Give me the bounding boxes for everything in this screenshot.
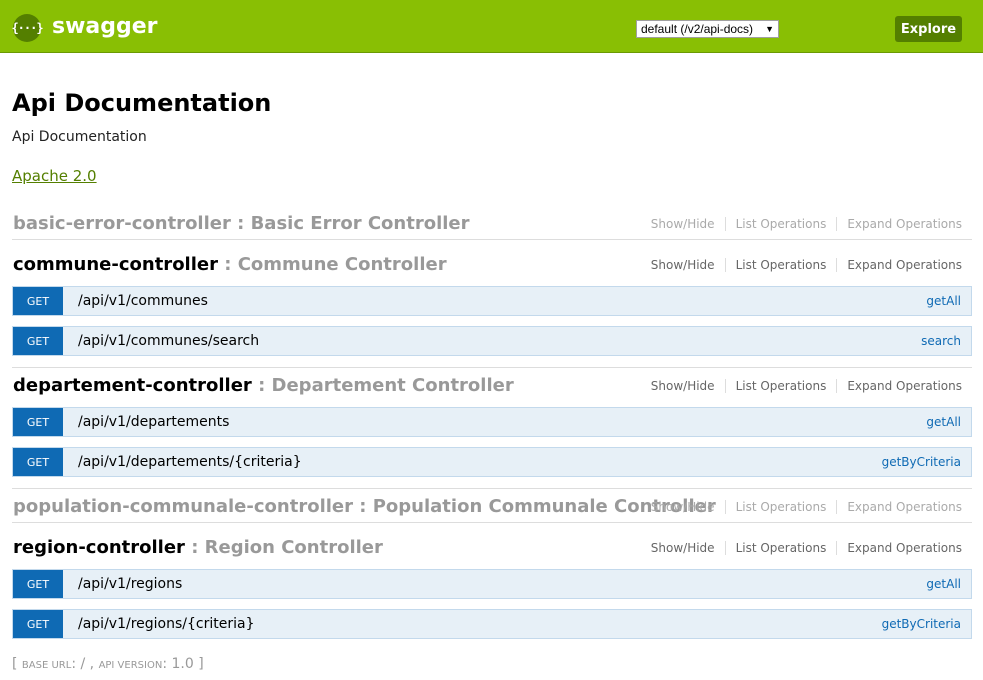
resource-operations: Show/Hide List Operations Expand Operati… bbox=[641, 371, 972, 401]
api-footer: [ base url: / , api version: 1.0 ] bbox=[12, 656, 204, 672]
endpoint-row[interactable]: GET /api/v1/regions/{criteria} getByCrit… bbox=[12, 609, 972, 639]
endpoint-row[interactable]: GET /api/v1/communes getAll bbox=[12, 286, 972, 316]
list-operations-link[interactable]: List Operations bbox=[726, 217, 838, 231]
show-hide-link[interactable]: Show/Hide bbox=[641, 258, 726, 272]
http-method-badge[interactable]: GET bbox=[13, 610, 63, 638]
spec-url-select[interactable]: default (/v2/api-docs) ▼ bbox=[636, 20, 779, 38]
expand-operations-link[interactable]: Expand Operations bbox=[837, 500, 972, 514]
section-divider bbox=[12, 458, 972, 489]
api-version-value: 1.0 bbox=[171, 656, 194, 672]
endpoint-path[interactable]: /api/v1/regions bbox=[78, 570, 182, 598]
resource-heading[interactable]: basic-error-controller : Basic Error Con… bbox=[13, 209, 470, 239]
spec-url-select-value: default (/v2/api-docs) bbox=[641, 22, 754, 36]
list-operations-link[interactable]: List Operations bbox=[726, 541, 838, 555]
expand-operations-link[interactable]: Expand Operations bbox=[837, 258, 972, 272]
resource-description: : Departement Controller bbox=[251, 375, 514, 396]
resource-region-controller: region-controller : Region Controller Sh… bbox=[12, 533, 972, 563]
endpoint-row[interactable]: GET /api/v1/departements getAll bbox=[12, 407, 972, 437]
endpoint-row[interactable]: GET /api/v1/regions getAll bbox=[12, 569, 972, 599]
expand-operations-link[interactable]: Expand Operations bbox=[837, 541, 972, 555]
resource-name[interactable]: departement-controller bbox=[13, 375, 252, 396]
endpoint-nickname[interactable]: getByCriteria bbox=[882, 610, 961, 638]
base-url-value: / bbox=[80, 656, 86, 672]
list-operations-link[interactable]: List Operations bbox=[726, 258, 838, 272]
show-hide-link[interactable]: Show/Hide bbox=[641, 541, 726, 555]
api-title: Api Documentation bbox=[12, 89, 272, 117]
brand-name[interactable]: swagger bbox=[52, 13, 158, 41]
resource-operations: Show/Hide List Operations Expand Operati… bbox=[641, 209, 972, 239]
resource-description: : Commune Controller bbox=[217, 254, 447, 275]
base-url-label: base url bbox=[21, 660, 72, 671]
resource-heading[interactable]: departement-controller : Departement Con… bbox=[13, 371, 514, 401]
resource-heading[interactable]: region-controller : Region Controller bbox=[13, 533, 383, 563]
dropdown-arrow-icon: ▼ bbox=[765, 24, 774, 34]
show-hide-link[interactable]: Show/Hide bbox=[641, 500, 726, 514]
resource-operations: Show/Hide List Operations Expand Operati… bbox=[641, 492, 972, 522]
resource-departement-controller: departement-controller : Departement Con… bbox=[12, 371, 972, 401]
endpoint-nickname[interactable]: getAll bbox=[926, 408, 961, 436]
resource-name[interactable]: region-controller bbox=[13, 537, 185, 558]
resource-heading[interactable]: population-communale-controller : Popula… bbox=[13, 492, 716, 522]
show-hide-link[interactable]: Show/Hide bbox=[641, 217, 726, 231]
resource-description: : Region Controller bbox=[184, 537, 383, 558]
http-method-badge[interactable]: GET bbox=[13, 408, 63, 436]
resource-heading[interactable]: commune-controller : Commune Controller bbox=[13, 250, 447, 280]
endpoint-nickname[interactable]: getAll bbox=[926, 570, 961, 598]
resource-description: : Basic Error Controller bbox=[230, 213, 470, 234]
resource-operations: Show/Hide List Operations Expand Operati… bbox=[641, 533, 972, 563]
resource-basic-error-controller: basic-error-controller : Basic Error Con… bbox=[12, 209, 972, 240]
endpoint-path[interactable]: /api/v1/regions/{criteria} bbox=[78, 610, 254, 638]
endpoint-path[interactable]: /api/v1/departements bbox=[78, 408, 229, 436]
explore-button[interactable]: Explore bbox=[895, 16, 962, 42]
http-method-badge[interactable]: GET bbox=[13, 287, 63, 315]
api-description: Api Documentation bbox=[12, 129, 147, 145]
swagger-logo-icon[interactable]: {···} bbox=[11, 14, 44, 42]
section-divider bbox=[12, 337, 972, 368]
http-method-badge[interactable]: GET bbox=[13, 570, 63, 598]
resource-operations: Show/Hide List Operations Expand Operati… bbox=[641, 250, 972, 280]
resource-name[interactable]: population-communale-controller bbox=[13, 496, 353, 517]
license-link[interactable]: Apache 2.0 bbox=[12, 167, 97, 185]
api-version-label: api version bbox=[98, 660, 163, 671]
logo-glyph: {···} bbox=[11, 21, 43, 35]
endpoint-nickname[interactable]: getAll bbox=[926, 287, 961, 315]
resource-name[interactable]: basic-error-controller bbox=[13, 213, 231, 234]
resource-commune-controller: commune-controller : Commune Controller … bbox=[12, 250, 972, 280]
list-operations-link[interactable]: List Operations bbox=[726, 379, 838, 393]
resource-population-communale-controller: population-communale-controller : Popula… bbox=[12, 492, 972, 523]
endpoint-path[interactable]: /api/v1/communes bbox=[78, 287, 208, 315]
top-bar: {···} swagger default (/v2/api-docs) ▼ E… bbox=[0, 0, 983, 53]
resource-name[interactable]: commune-controller bbox=[13, 254, 218, 275]
expand-operations-link[interactable]: Expand Operations bbox=[837, 217, 972, 231]
list-operations-link[interactable]: List Operations bbox=[726, 500, 838, 514]
show-hide-link[interactable]: Show/Hide bbox=[641, 379, 726, 393]
expand-operations-link[interactable]: Expand Operations bbox=[837, 379, 972, 393]
